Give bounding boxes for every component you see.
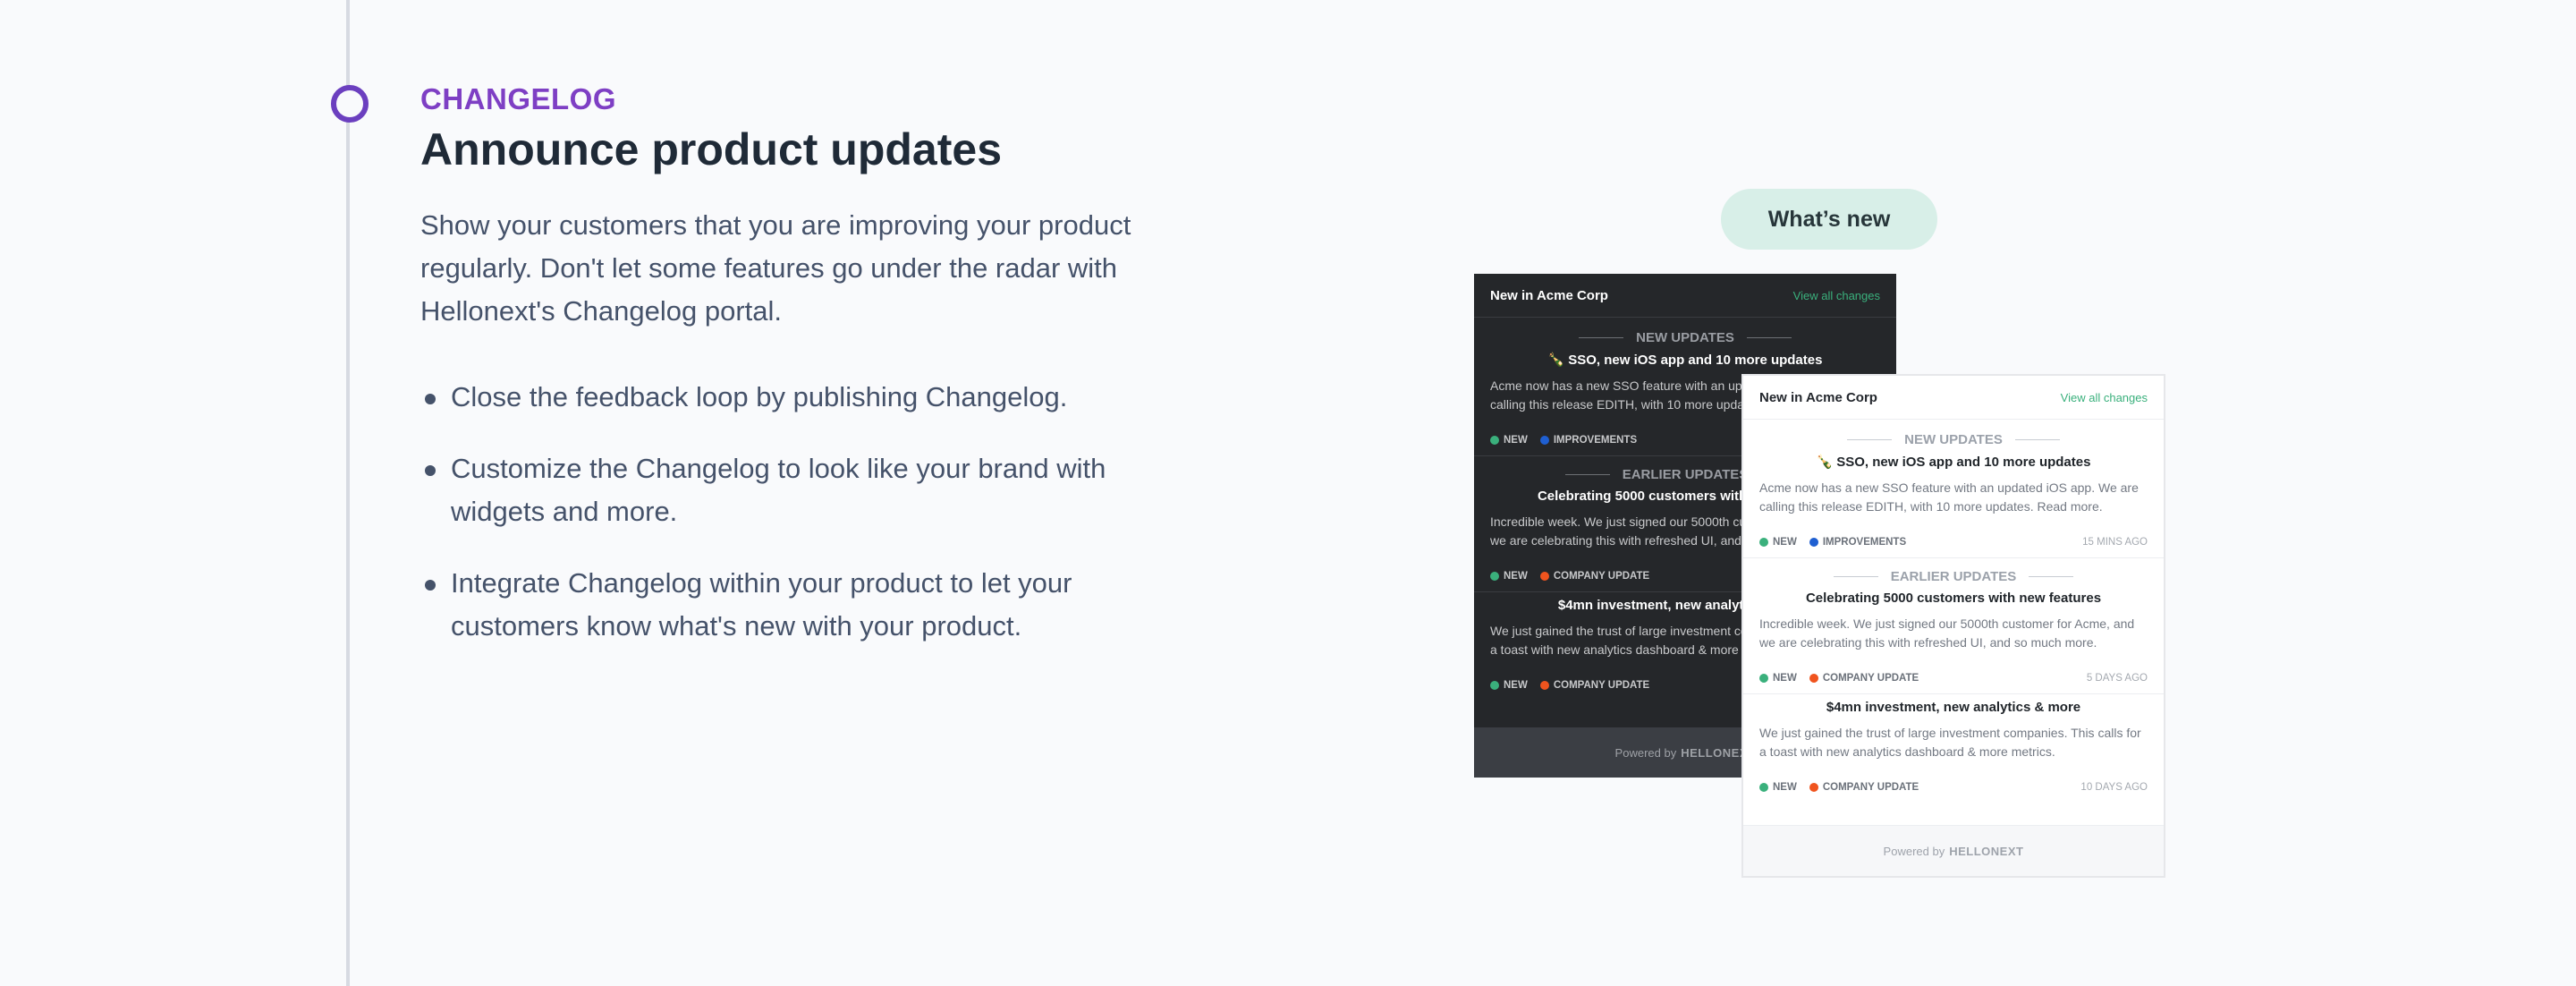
new-updates-label: NEW UPDATES	[1743, 427, 2164, 452]
tag-improvements: IMPROVEMENTS	[1539, 435, 1637, 446]
tag-dot-icon	[1759, 674, 1768, 683]
divider	[1743, 693, 2164, 694]
tag-improvements: IMPROVEMENTS	[1809, 537, 1906, 548]
entry-time: 10 DAYS AGO	[2080, 782, 2148, 793]
entry-title: SSO, new iOS app and 10 more updates	[1836, 455, 2091, 470]
tag-new: NEW	[1490, 435, 1528, 446]
changelog-widget-light: New in Acme Corp View all changes NEW UP…	[1741, 374, 2165, 878]
champagne-icon: 🍾	[1816, 455, 1834, 470]
changelog-entry[interactable]: 🍾 SSO, new iOS app and 10 more updates Ac…	[1743, 454, 2164, 554]
earlier-updates-label: EARLIER UPDATES	[1743, 564, 2164, 589]
tag-dot-icon	[1490, 436, 1499, 445]
new-updates-label: NEW UPDATES	[1474, 325, 1896, 350]
tag-company-update: COMPANY UPDATE	[1539, 571, 1649, 582]
widget-title: New in Acme Corp	[1490, 287, 1608, 303]
tag-new: NEW	[1490, 680, 1528, 691]
widget-header: New in Acme Corp View all changes	[1474, 274, 1896, 318]
entry-time: 5 DAYS AGO	[2086, 673, 2148, 684]
tag-dot-icon	[1539, 572, 1549, 581]
timeline-marker	[331, 85, 369, 123]
whats-new-button[interactable]: What’s new	[1721, 189, 1937, 250]
tag-dot-icon	[1539, 681, 1549, 690]
tag-company-update: COMPANY UPDATE	[1809, 782, 1919, 793]
tag-new: NEW	[1490, 571, 1528, 582]
entry-body: Acme now has a new SSO feature with an u…	[1759, 480, 2139, 514]
feature-item: Integrate Changelog within your product …	[420, 562, 1190, 648]
entry-meta: NEW IMPROVEMENTS 15 MINS AGO	[1759, 531, 2148, 554]
widget-header: New in Acme Corp View all changes	[1743, 376, 2164, 420]
tag-dot-icon	[1809, 538, 1818, 547]
section-eyebrow: CHANGELOG	[420, 82, 616, 115]
entry-meta: NEW COMPANY UPDATE 10 DAYS AGO	[1759, 776, 2148, 799]
entry-body: Incredible week. We just signed our 5000…	[1759, 616, 2135, 650]
entry-time: 15 MINS AGO	[2082, 537, 2148, 548]
entry-body: We just gained the trust of large invest…	[1759, 726, 2141, 759]
changelog-entry[interactable]: $4mn investment, new analytics & more We…	[1743, 700, 2164, 799]
entry-meta: NEW COMPANY UPDATE 5 DAYS AGO	[1759, 667, 2148, 690]
widget-title: New in Acme Corp	[1759, 389, 1877, 405]
tag-dot-icon	[1759, 783, 1768, 792]
tag-dot-icon	[1809, 783, 1818, 792]
tag-new: NEW	[1759, 537, 1797, 548]
widget-footer: Powered by HELLONEXT	[1743, 825, 2164, 876]
champagne-icon: 🍾	[1547, 353, 1565, 368]
entry-title: $4mn investment, new analytics & more	[1826, 700, 2081, 715]
timeline-line	[346, 0, 350, 986]
divider	[1743, 557, 2164, 558]
changelog-entry[interactable]: Celebrating 5000 customers with new feat…	[1743, 591, 2164, 690]
tag-company-update: COMPANY UPDATE	[1539, 680, 1649, 691]
feature-item: Customize the Changelog to look like you…	[420, 447, 1190, 533]
view-all-changes-link[interactable]: View all changes	[1793, 289, 1880, 302]
feature-list: Close the feedback loop by publishing Ch…	[420, 376, 1190, 676]
feature-item: Close the feedback loop by publishing Ch…	[420, 376, 1190, 419]
tag-dot-icon	[1809, 674, 1818, 683]
section-description: Show your customers that you are improvi…	[420, 209, 1131, 327]
hellonext-brand[interactable]: HELLONEXT	[1949, 845, 2023, 858]
tag-company-update: COMPANY UPDATE	[1809, 673, 1919, 684]
tag-new: NEW	[1759, 673, 1797, 684]
view-all-changes-link[interactable]: View all changes	[2061, 391, 2148, 404]
entry-title: Celebrating 5000 customers with new feat…	[1805, 591, 2102, 606]
tag-dot-icon	[1490, 572, 1499, 581]
tag-new: NEW	[1759, 782, 1797, 793]
tag-dot-icon	[1490, 681, 1499, 690]
section-heading: Announce product updates	[420, 124, 1002, 174]
tag-dot-icon	[1759, 538, 1768, 547]
entry-title: SSO, new iOS app and 10 more updates	[1568, 353, 1823, 368]
tag-dot-icon	[1539, 436, 1549, 445]
